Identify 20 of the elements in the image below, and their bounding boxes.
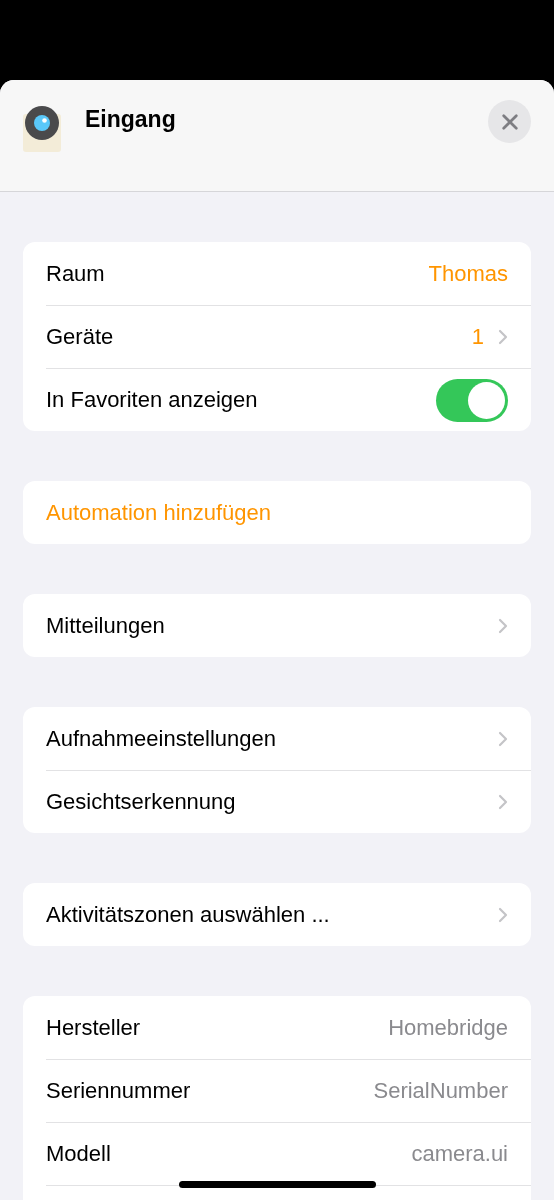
- favorites-toggle[interactable]: [436, 378, 508, 422]
- row-label[interactable]: Aktivitätszonen auswählen ...: [46, 901, 484, 928]
- row-label[interactable]: Gesichtserkennung: [46, 789, 484, 815]
- row-value: camera.ui: [411, 1141, 508, 1167]
- row-value: Homebridge: [388, 1014, 508, 1041]
- row-label: In Favoriten anzeigen: [46, 387, 259, 413]
- row-value: 1: [471, 324, 484, 350]
- row-value: Thomas: [428, 260, 508, 287]
- row-label[interactable]: Aufnahmeeinstellungen: [46, 725, 484, 752]
- row-label[interactable]: Modell: [46, 1141, 412, 1167]
- row-label[interactable]: Mitteilungen: [46, 612, 484, 639]
- row-label[interactable]: Hersteller: [46, 1014, 389, 1041]
- row-value: SerialNumber: [373, 1078, 508, 1104]
- close-button[interactable]: [488, 100, 531, 143]
- row-label[interactable]: Seriennummer: [46, 1078, 374, 1104]
- row-label[interactable]: Raum: [46, 260, 429, 287]
- close-icon: [500, 112, 519, 131]
- row-label[interactable]: Geräte: [46, 324, 472, 350]
- camera-icon: [23, 106, 61, 152]
- device-title: Eingang: [85, 106, 176, 133]
